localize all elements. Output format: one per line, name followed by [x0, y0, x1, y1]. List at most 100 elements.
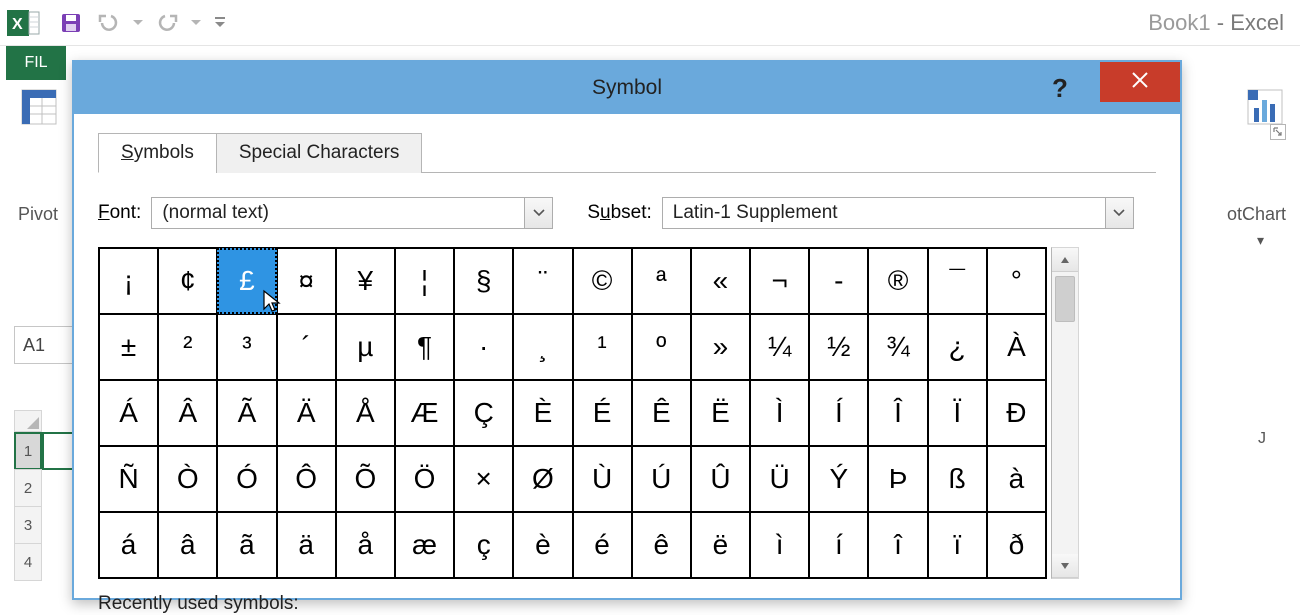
symbol-cell[interactable]: ¢ [158, 248, 217, 314]
symbol-cell[interactable]: ¸ [513, 314, 572, 380]
symbol-cell[interactable]: ³ [217, 314, 276, 380]
symbol-cell[interactable]: Þ [868, 446, 927, 512]
symbol-cell[interactable]: Ò [158, 446, 217, 512]
symbol-cell[interactable]: Ê [632, 380, 691, 446]
help-button[interactable]: ? [1030, 68, 1090, 108]
row-header-2[interactable]: 2 [14, 469, 42, 507]
grid-scrollbar[interactable] [1051, 247, 1079, 579]
symbol-cell[interactable]: â [158, 512, 217, 578]
file-tab[interactable]: FIL [6, 46, 66, 80]
symbol-cell[interactable]: È [513, 380, 572, 446]
symbol-cell[interactable]: é [573, 512, 632, 578]
symbol-cell[interactable]: ¾ [868, 314, 927, 380]
symbol-cell[interactable]: ß [928, 446, 987, 512]
symbol-cell[interactable]: µ [336, 314, 395, 380]
symbol-cell[interactable]: Á [99, 380, 158, 446]
row-header-3[interactable]: 3 [14, 506, 42, 544]
symbol-cell[interactable]: Ö [395, 446, 454, 512]
symbol-cell[interactable]: Ü [750, 446, 809, 512]
symbol-cell[interactable]: À [987, 314, 1046, 380]
symbol-cell[interactable]: Ù [573, 446, 632, 512]
chevron-down-icon[interactable] [1105, 198, 1133, 228]
symbol-cell[interactable]: ¬ [750, 248, 809, 314]
qat-customize-dropdown[interactable] [212, 6, 228, 40]
pivotchart-button[interactable] [1244, 86, 1286, 128]
redo-dropdown[interactable] [188, 6, 204, 40]
row-header-1[interactable]: 1 [14, 432, 42, 470]
symbol-cell[interactable]: É [573, 380, 632, 446]
symbol-cell[interactable]: ¼ [750, 314, 809, 380]
symbol-cell[interactable]: ± [99, 314, 158, 380]
symbol-cell[interactable]: Ã [217, 380, 276, 446]
symbol-cell[interactable]: Ç [454, 380, 513, 446]
column-header-j[interactable]: J [1258, 430, 1266, 448]
tab-symbols[interactable]: Symbols [98, 133, 217, 173]
symbol-cell[interactable]: ï [928, 512, 987, 578]
symbol-cell[interactable]: ² [158, 314, 217, 380]
symbol-cell[interactable]: ¿ [928, 314, 987, 380]
symbol-cell[interactable]: ¨ [513, 248, 572, 314]
symbol-cell[interactable]: Ú [632, 446, 691, 512]
symbol-cell[interactable]: ¡ [99, 248, 158, 314]
symbol-cell[interactable]: Õ [336, 446, 395, 512]
undo-button[interactable] [92, 6, 126, 40]
symbol-cell[interactable]: ° [987, 248, 1046, 314]
symbol-cell[interactable]: ¹ [573, 314, 632, 380]
symbol-cell[interactable]: ã [217, 512, 276, 578]
symbol-cell[interactable]: å [336, 512, 395, 578]
symbol-cell[interactable]: £ [217, 248, 276, 314]
symbol-cell[interactable]: Ø [513, 446, 572, 512]
redo-button[interactable] [150, 6, 184, 40]
symbol-cell[interactable]: à [987, 446, 1046, 512]
symbol-cell[interactable]: « [691, 248, 750, 314]
symbol-cell[interactable]: ë [691, 512, 750, 578]
symbol-cell[interactable]: á [99, 512, 158, 578]
undo-dropdown[interactable] [130, 6, 146, 40]
symbol-cell[interactable]: ¶ [395, 314, 454, 380]
symbol-cell[interactable]: Ý [809, 446, 868, 512]
symbol-cell[interactable]: ç [454, 512, 513, 578]
symbol-cell[interactable]: Î [868, 380, 927, 446]
symbol-cell[interactable]: Ð [987, 380, 1046, 446]
symbol-cell[interactable]: § [454, 248, 513, 314]
font-combobox[interactable]: (normal text) [151, 197, 553, 229]
scroll-track[interactable] [1052, 272, 1078, 554]
symbol-cell[interactable]: Í [809, 380, 868, 446]
symbol-cell[interactable]: Ï [928, 380, 987, 446]
symbol-cell[interactable]: Å [336, 380, 395, 446]
symbol-cell[interactable]: ¥ [336, 248, 395, 314]
symbol-cell[interactable]: ª [632, 248, 691, 314]
dialog-titlebar[interactable]: Symbol ? [74, 62, 1180, 114]
pivotchart-dropdown-icon[interactable]: ▾ [1257, 232, 1264, 249]
symbol-cell[interactable]: ê [632, 512, 691, 578]
chevron-down-icon[interactable] [524, 198, 552, 228]
symbol-cell[interactable]: » [691, 314, 750, 380]
row-header-4[interactable]: 4 [14, 543, 42, 581]
symbol-cell[interactable]: · [454, 314, 513, 380]
symbol-cell[interactable]: Ì [750, 380, 809, 446]
symbol-cell[interactable]: º [632, 314, 691, 380]
subset-combobox[interactable]: Latin-1 Supplement [662, 197, 1134, 229]
symbol-cell[interactable]: ¦ [395, 248, 454, 314]
symbol-cell[interactable]: © [573, 248, 632, 314]
symbol-cell[interactable]: Ô [277, 446, 336, 512]
symbol-cell[interactable]: Û [691, 446, 750, 512]
close-button[interactable] [1100, 62, 1180, 102]
symbol-cell[interactable]: Ë [691, 380, 750, 446]
scroll-thumb[interactable] [1055, 276, 1075, 322]
symbol-cell[interactable]: ´ [277, 314, 336, 380]
scroll-down-icon[interactable] [1052, 554, 1078, 578]
pivot-button[interactable] [18, 86, 60, 128]
symbol-cell[interactable]: Æ [395, 380, 454, 446]
symbol-cell[interactable]: ä [277, 512, 336, 578]
symbol-cell[interactable]: × [454, 446, 513, 512]
symbol-cell[interactable]: ì [750, 512, 809, 578]
symbol-cell[interactable]: Ä [277, 380, 336, 446]
symbol-cell[interactable]: ® [868, 248, 927, 314]
symbol-cell[interactable]: î [868, 512, 927, 578]
symbol-cell[interactable]: ¤ [277, 248, 336, 314]
symbol-cell[interactable]: Ñ [99, 446, 158, 512]
symbol-cell[interactable]: Â [158, 380, 217, 446]
symbol-cell[interactable]: í [809, 512, 868, 578]
symbol-cell[interactable]: æ [395, 512, 454, 578]
